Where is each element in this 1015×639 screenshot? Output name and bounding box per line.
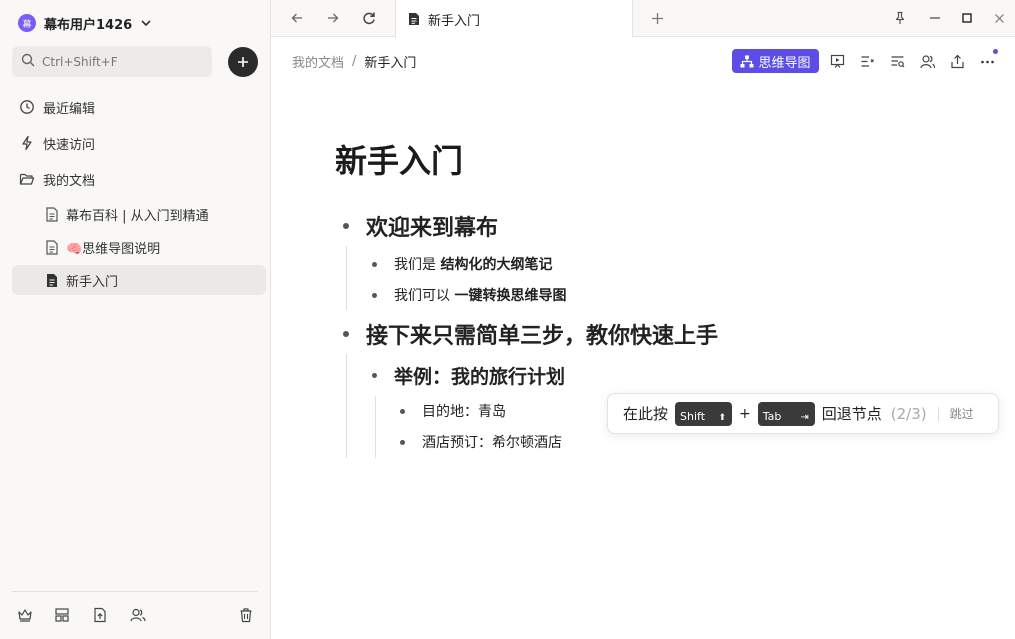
- shift-key-label: Shift: [680, 409, 706, 423]
- folder-open-icon: [19, 173, 35, 185]
- node-text: 我们是: [394, 257, 436, 273]
- minimize-icon[interactable]: [926, 9, 944, 27]
- forward-icon[interactable]: [324, 9, 342, 27]
- tab-arrow-icon: ⇥: [800, 411, 809, 423]
- bullet-icon[interactable]: [400, 409, 405, 414]
- bullet-icon[interactable]: [372, 262, 377, 267]
- tooltip-divider: [937, 406, 939, 421]
- document-filled-icon: [47, 273, 57, 287]
- doc-item-encyclopedia[interactable]: 幕布百科 | 从入门到精通: [12, 199, 266, 229]
- new-tab-icon[interactable]: [648, 9, 666, 27]
- outline-node-hotel[interactable]: 酒店预订：希尔顿酒店: [422, 432, 562, 452]
- breadcrumb-root[interactable]: 我的文档: [292, 52, 344, 71]
- tab-key: Tab ⇥: [757, 401, 815, 426]
- document-filled-icon: [409, 13, 419, 25]
- mindmap-icon: [740, 55, 754, 67]
- maximize-icon[interactable]: [958, 9, 976, 27]
- skip-button[interactable]: 跳过: [950, 405, 974, 422]
- node-bold-text: 结构化的大纲笔记: [440, 257, 553, 273]
- clock-icon: [20, 100, 34, 114]
- bullet-icon[interactable]: [372, 373, 377, 378]
- tab-bar: 新手入门: [271, 0, 1015, 38]
- tooltip-suffix: 回退节点: [821, 405, 882, 423]
- users-icon[interactable]: [129, 606, 147, 624]
- bullet-icon[interactable]: [343, 331, 349, 337]
- template-icon[interactable]: [53, 606, 71, 624]
- tab-key-label: Tab: [762, 409, 782, 423]
- collapse-list-icon[interactable]: [858, 52, 876, 70]
- tooltip-plus: +: [739, 405, 751, 422]
- sidebar: 幕 幕布用户1426 Ctrl+Shift+F 最近编辑 快速访问 我的文档 幕…: [0, 0, 271, 639]
- search-input[interactable]: Ctrl+Shift+F: [12, 46, 212, 77]
- close-icon[interactable]: [990, 9, 1008, 27]
- nav-my-docs[interactable]: 我的文档: [12, 164, 266, 194]
- more-icon[interactable]: [978, 52, 996, 70]
- user-name: 幕布用户1426: [44, 17, 133, 33]
- shift-arrow-icon: ⬆: [718, 412, 727, 423]
- bullet-icon[interactable]: [343, 223, 349, 229]
- document-title[interactable]: 新手入门: [335, 136, 463, 182]
- outline-node-structured[interactable]: 我们是 结构化的大纲笔记: [394, 254, 552, 274]
- add-button[interactable]: [228, 47, 258, 77]
- mindmap-label: 思维导图: [758, 55, 811, 71]
- mindmap-button[interactable]: 思维导图: [732, 49, 819, 73]
- back-icon[interactable]: [288, 9, 306, 27]
- search-placeholder: Ctrl+Shift+F: [42, 54, 118, 69]
- tab-title: 新手入门: [428, 13, 481, 29]
- outline-node-travel-plan[interactable]: 举例：我的旅行计划: [394, 362, 565, 389]
- doc-item-getting-started[interactable]: 新手入门: [12, 265, 266, 295]
- doc-item-label: 新手入门: [66, 274, 119, 290]
- trash-icon[interactable]: [237, 606, 255, 624]
- outline-node-mindmap[interactable]: 我们可以 一键转换思维导图: [394, 285, 566, 305]
- outline-node-destination[interactable]: 目的地：青岛: [422, 401, 506, 421]
- collaborator-icon[interactable]: [918, 52, 936, 70]
- breadcrumb-current: 新手入门: [364, 56, 417, 71]
- nav-quick-label: 快速访问: [43, 137, 96, 153]
- doc-item-mindmap-guide[interactable]: 🧠思维导图说明: [12, 232, 266, 262]
- notification-dot: [993, 49, 998, 54]
- import-icon[interactable]: [91, 606, 109, 624]
- chevron-down-icon: [140, 14, 152, 33]
- document-icon: [46, 239, 58, 255]
- indent-guide: [375, 396, 376, 458]
- refresh-icon[interactable]: [360, 9, 378, 27]
- breadcrumb: 我的文档 / 新手入门: [292, 52, 416, 71]
- tooltip-step: (2/3): [890, 404, 927, 423]
- pin-icon[interactable]: [891, 9, 909, 27]
- node-text: 我们可以: [394, 288, 450, 304]
- nav-quick-access[interactable]: 快速访问: [12, 128, 266, 158]
- bullet-icon[interactable]: [400, 440, 405, 445]
- bullet-icon[interactable]: [372, 293, 377, 298]
- lightning-icon: [22, 135, 32, 151]
- document-icon: [46, 206, 58, 222]
- tutorial-tooltip: 在此按 Shift ⬆ + Tab ⇥ 回退节点 (2/3) 跳过: [607, 393, 999, 434]
- breadcrumb-separator: /: [352, 54, 357, 69]
- doc-item-label: 幕布百科 | 从入门到精通: [66, 208, 209, 224]
- crown-icon[interactable]: [16, 606, 34, 624]
- shift-key: Shift ⬆: [675, 401, 733, 426]
- search-icon: [21, 52, 35, 71]
- presentation-icon[interactable]: [828, 52, 846, 70]
- nav-recent-label: 最近编辑: [43, 101, 96, 117]
- share-icon[interactable]: [948, 52, 966, 70]
- indent-guide: [346, 246, 347, 310]
- app-window: 幕 幕布用户1426 Ctrl+Shift+F 最近编辑 快速访问 我的文档 幕…: [0, 0, 1015, 639]
- outline-node-three-steps[interactable]: 接下来只需简单三步，教你快速上手: [366, 318, 718, 350]
- nav-my-docs-label: 我的文档: [43, 173, 96, 189]
- tooltip-prefix: 在此按: [623, 405, 669, 423]
- avatar: 幕: [18, 14, 36, 32]
- tab-getting-started[interactable]: 新手入门: [395, 0, 633, 38]
- outline-node-welcome[interactable]: 欢迎来到幕布: [366, 210, 498, 242]
- user-menu[interactable]: 幕 幕布用户1426: [18, 13, 152, 33]
- find-replace-icon[interactable]: [888, 52, 906, 70]
- doc-item-label: 🧠思维导图说明: [66, 241, 161, 257]
- sidebar-divider: [12, 591, 258, 592]
- plus-icon: [238, 57, 248, 67]
- indent-guide: [346, 354, 347, 458]
- node-bold-text: 一键转换思维导图: [454, 288, 567, 304]
- nav-recent[interactable]: 最近编辑: [12, 92, 266, 122]
